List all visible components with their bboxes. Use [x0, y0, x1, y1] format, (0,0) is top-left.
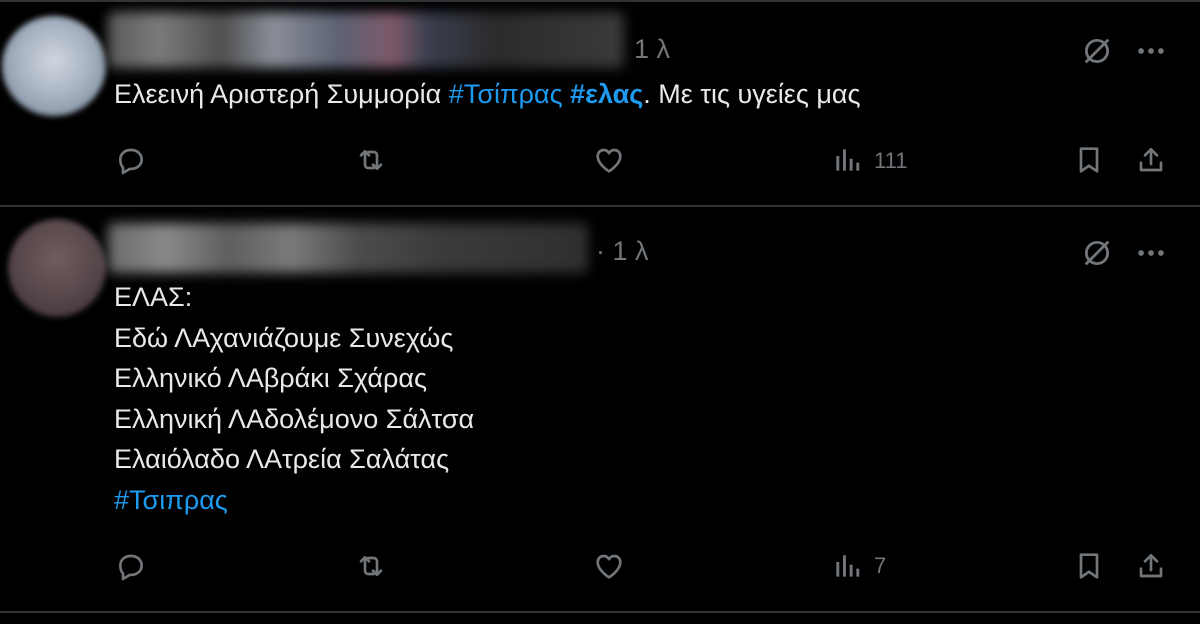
views-count: 111: [874, 148, 908, 173]
hashtag-elas[interactable]: #ελας: [570, 79, 643, 109]
heart-icon[interactable]: [592, 143, 626, 177]
display-name-blurred[interactable]: [108, 223, 588, 273]
views-chart-icon[interactable]: [830, 549, 864, 583]
bookmark-icon[interactable]: [1072, 549, 1106, 583]
tweet-line: ΕΛΑΣ:: [114, 282, 193, 312]
display-name-blurred[interactable]: [108, 12, 624, 68]
grok-icon[interactable]: [1080, 236, 1114, 270]
more-icon[interactable]: [1134, 236, 1168, 270]
tweet-line: Ελληνική ΛΑδολέμονο Σάλτσα: [114, 403, 475, 434]
tweet-text-after: . Με τις υγείες μας: [643, 79, 861, 109]
hashtag-tsipras[interactable]: #Τσιπρας: [114, 485, 228, 515]
timestamp[interactable]: 1 λ: [634, 34, 670, 65]
timestamp[interactable]: · 1 λ: [596, 236, 649, 267]
share-icon[interactable]: [1134, 143, 1168, 177]
avatar[interactable]: [8, 219, 106, 317]
retweet-icon[interactable]: [354, 549, 388, 583]
tweet-2[interactable]: · 1 λ ΕΛΑΣ: Εδώ ΛΑχανιάζουμε Συνεχώς Ελλ…: [0, 207, 1200, 611]
retweet-icon[interactable]: [354, 143, 388, 177]
views-count: 7: [874, 553, 887, 578]
tweet-line: Ελληνικό ΛΑβράκι Σχάρας: [114, 363, 427, 393]
tweet-line: Εδώ ΛΑχανιάζουμε Συνεχώς: [114, 322, 454, 353]
hashtag-tsipras[interactable]: #Τσίπρας: [449, 79, 563, 109]
bottom-divider: [0, 611, 1200, 613]
tweet-1[interactable]: 1 λ Ελεεινή Αριστερή Συμμορία #Τσίπρας #…: [0, 0, 1200, 205]
tweet-line: Ελαιόλαδο ΛΑτρεία Σαλάτας: [114, 444, 450, 474]
tweet-text-plain: Ελεεινή Αριστερή Συμμορία: [114, 79, 449, 109]
reply-icon[interactable]: [114, 549, 148, 583]
heart-icon[interactable]: [592, 549, 626, 583]
tweet-text: ΕΛΑΣ: Εδώ ΛΑχανιάζουμε Συνεχώς Ελληνικό …: [114, 277, 474, 520]
grok-icon[interactable]: [1080, 34, 1114, 68]
tweet-text: Ελεεινή Αριστερή Συμμορία #Τσίπρας #ελας…: [114, 74, 861, 115]
views-chart-icon[interactable]: [830, 143, 864, 177]
reply-icon[interactable]: [114, 143, 148, 177]
share-icon[interactable]: [1134, 549, 1168, 583]
bookmark-icon[interactable]: [1072, 143, 1106, 177]
avatar[interactable]: [2, 16, 106, 116]
more-icon[interactable]: [1134, 34, 1168, 68]
